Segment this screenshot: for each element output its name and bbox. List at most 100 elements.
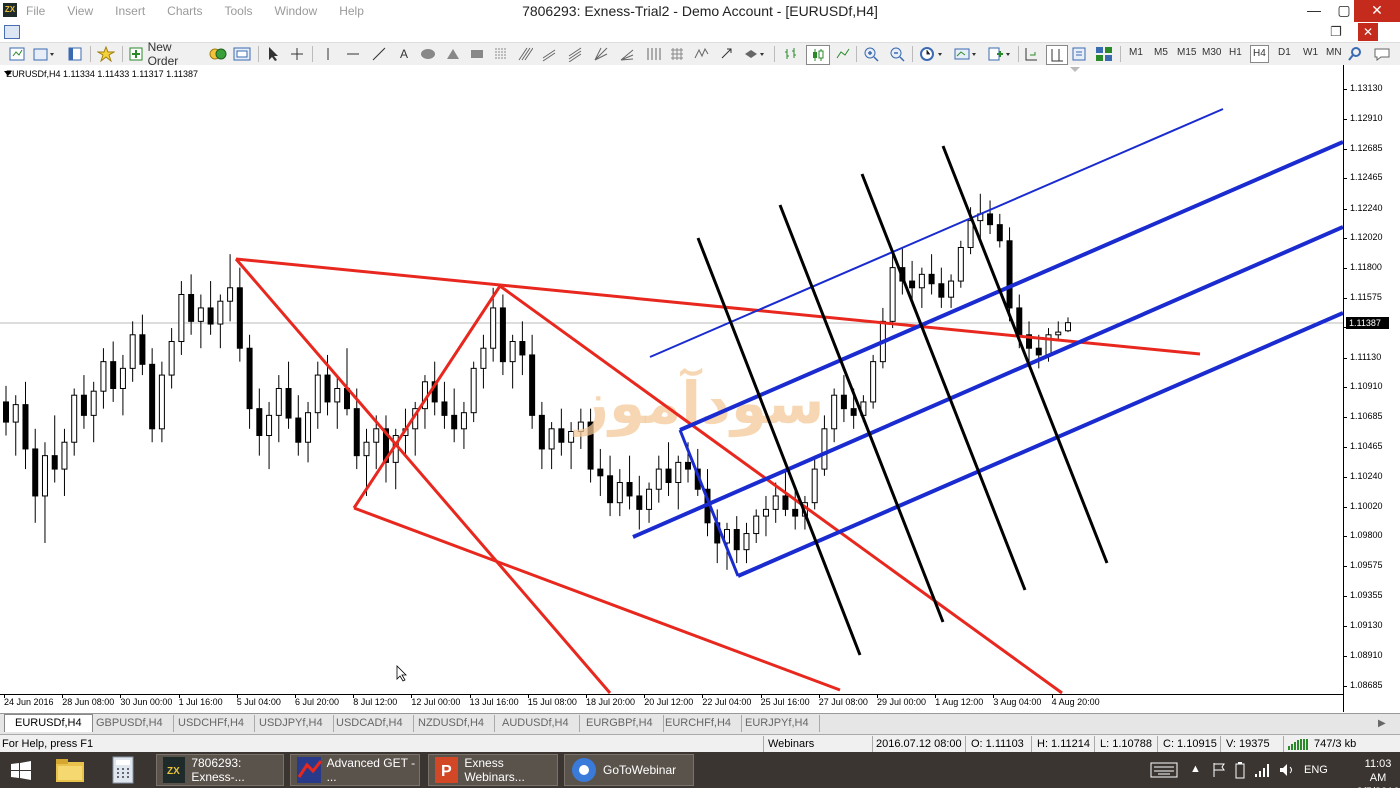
grid-icon[interactable] bbox=[668, 45, 686, 63]
candle-bearish bbox=[110, 361, 117, 390]
arrows-icon[interactable] bbox=[718, 45, 736, 63]
timeframe-h4[interactable]: H4 bbox=[1250, 45, 1269, 63]
triangle-icon[interactable] bbox=[444, 45, 462, 63]
candle-bullish bbox=[616, 482, 623, 504]
andrews-pitchfork-icon[interactable] bbox=[516, 45, 534, 63]
timeframe-d1[interactable]: D1 bbox=[1278, 47, 1291, 58]
keyboard-icon[interactable] bbox=[1150, 762, 1178, 778]
time-tick bbox=[178, 694, 180, 698]
expert-advisors-icon[interactable] bbox=[208, 45, 228, 63]
fibonacci-icon[interactable] bbox=[492, 45, 510, 63]
tab-eurgbpf-h4[interactable]: EURGBPf,H4 bbox=[576, 715, 664, 732]
price-chart[interactable]: سودآموز bbox=[0, 65, 1343, 695]
taskbar-gotowebinar[interactable]: GoToWebinar bbox=[564, 754, 694, 786]
candle-bearish bbox=[139, 334, 146, 365]
gann-fan-icon[interactable] bbox=[592, 45, 610, 63]
candlestick-chart-icon[interactable] bbox=[806, 45, 830, 65]
price-tick bbox=[1343, 596, 1347, 597]
tile-windows-icon[interactable] bbox=[1094, 45, 1114, 63]
candle-bearish bbox=[626, 482, 633, 497]
line-chart-icon[interactable] bbox=[834, 45, 852, 63]
tab-eurjpyf-h4[interactable]: EURJPYf,H4 bbox=[735, 715, 820, 732]
equidistant-channel-icon[interactable] bbox=[540, 45, 558, 63]
auto-scroll-icon[interactable] bbox=[1022, 45, 1040, 63]
timeframe-m5[interactable]: M5 bbox=[1154, 47, 1168, 58]
properties-icon[interactable] bbox=[1070, 45, 1088, 63]
fibo-fan-icon[interactable] bbox=[618, 45, 636, 63]
navigator-icon[interactable] bbox=[66, 45, 84, 63]
templates-icon[interactable] bbox=[952, 45, 982, 63]
wifi-signal-icon[interactable] bbox=[1254, 762, 1272, 778]
price-label: 1.12020 bbox=[1350, 232, 1383, 243]
crosshair-icon[interactable] bbox=[288, 45, 306, 63]
tab-nzdusdf-h4[interactable]: NZDUSDf,H4 bbox=[408, 715, 496, 732]
child-close-icon[interactable]: ✕ bbox=[1358, 23, 1378, 41]
timeframe-h1[interactable]: H1 bbox=[1229, 47, 1242, 58]
timeframe-m15[interactable]: M15 bbox=[1177, 47, 1196, 58]
search-icon[interactable] bbox=[1346, 45, 1364, 63]
system-clock[interactable]: 11:03 AM 8/5/2016 bbox=[1356, 757, 1400, 799]
tabs-scroll-right-icon[interactable]: ▶ bbox=[1378, 718, 1386, 729]
bar-chart-icon[interactable] bbox=[782, 45, 800, 63]
battery-icon[interactable] bbox=[1234, 761, 1246, 779]
timeframe-mn[interactable]: MN bbox=[1326, 47, 1342, 58]
time-label: 8 Jul 12:00 bbox=[353, 697, 398, 707]
candle-bearish bbox=[1035, 347, 1042, 356]
tab-gbpusdf-h4[interactable]: GBPUSDf,H4 bbox=[86, 715, 174, 732]
candle-bearish bbox=[441, 401, 448, 416]
tab-usdcadf-h4[interactable]: USDCADf,H4 bbox=[326, 715, 414, 732]
windows-start-icon[interactable] bbox=[10, 760, 32, 782]
taskbar-metatrader[interactable]: ZX 7806293: Exness-... bbox=[156, 754, 284, 786]
file-explorer-icon[interactable] bbox=[54, 756, 86, 784]
symbol-dropdown-icon[interactable] bbox=[4, 71, 12, 76]
zoom-in-icon[interactable] bbox=[862, 45, 880, 63]
tab-eurchff-h4[interactable]: EURCHFf,H4 bbox=[655, 715, 743, 732]
taskbar-advanced-get[interactable]: Advanced GET - ... bbox=[290, 754, 420, 786]
horizontal-line-icon[interactable] bbox=[344, 45, 362, 63]
tab-usdjpyf-h4[interactable]: USDJPYf,H4 bbox=[249, 715, 334, 732]
tab-eurusdf-h4[interactable]: EURUSDf,H4 bbox=[4, 714, 93, 732]
price-label: 1.12910 bbox=[1350, 112, 1383, 123]
child-restore-icon[interactable]: ❐ bbox=[1330, 24, 1342, 40]
taskbar-powerpoint[interactable]: P Exness Webinars... bbox=[428, 754, 558, 786]
cycle-lines-icon[interactable] bbox=[644, 45, 662, 63]
elliott-wave-icon[interactable] bbox=[692, 45, 710, 63]
price-label: 1.10240 bbox=[1350, 471, 1383, 482]
language-indicator[interactable]: ENG bbox=[1304, 764, 1328, 776]
ellipse-icon[interactable] bbox=[418, 45, 438, 63]
timeframe-m30[interactable]: M30 bbox=[1202, 47, 1221, 58]
vertical-line-icon[interactable] bbox=[320, 45, 336, 63]
tab-usdchff-h4[interactable]: USDCHFf,H4 bbox=[168, 715, 256, 732]
profiles-icon[interactable] bbox=[32, 45, 56, 63]
minimize-button[interactable]: — bbox=[1300, 0, 1328, 22]
calculator-icon[interactable] bbox=[112, 756, 134, 784]
taskbar-label: GoToWebinar bbox=[603, 763, 677, 777]
regression-channel-icon[interactable] bbox=[566, 45, 584, 63]
time-label: 18 Jul 20:00 bbox=[586, 697, 636, 707]
tab-audusdf-h4[interactable]: AUDUSDf,H4 bbox=[492, 715, 580, 732]
strategy-tester-icon[interactable] bbox=[232, 45, 252, 63]
chat-icon[interactable] bbox=[1372, 45, 1392, 63]
close-button[interactable]: ✕ bbox=[1354, 0, 1400, 22]
new-chart-icon[interactable] bbox=[8, 45, 26, 63]
indicators-add-icon[interactable] bbox=[986, 45, 1016, 63]
time-tick bbox=[469, 694, 471, 698]
periods-clock-icon[interactable] bbox=[918, 45, 948, 63]
new-order-button[interactable]: New Order bbox=[128, 40, 204, 68]
chart-shift-icon[interactable] bbox=[1046, 45, 1068, 65]
more-shapes-dropdown-icon[interactable] bbox=[742, 45, 768, 63]
tray-expand-icon[interactable]: ▲ bbox=[1190, 763, 1201, 775]
timeframe-w1[interactable]: W1 bbox=[1303, 47, 1318, 58]
time-tick bbox=[702, 694, 704, 698]
text-label-icon[interactable]: A bbox=[396, 45, 412, 63]
trendline-icon[interactable] bbox=[370, 45, 388, 63]
gotowebinar-icon bbox=[572, 758, 596, 782]
favorites-star-icon[interactable] bbox=[96, 45, 116, 63]
rectangle-icon[interactable] bbox=[468, 45, 486, 63]
cursor-icon[interactable] bbox=[264, 45, 282, 63]
candle-bullish bbox=[334, 388, 341, 403]
flag-icon[interactable] bbox=[1212, 762, 1226, 778]
volume-icon[interactable] bbox=[1278, 762, 1296, 778]
zoom-out-icon[interactable] bbox=[888, 45, 906, 63]
timeframe-m1[interactable]: M1 bbox=[1129, 47, 1143, 58]
